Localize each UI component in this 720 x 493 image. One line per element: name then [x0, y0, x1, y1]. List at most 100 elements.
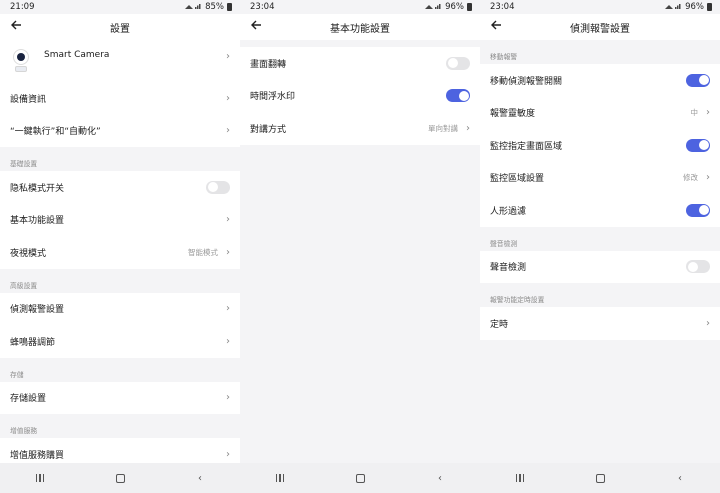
flip-row: 畫面翻轉	[240, 47, 480, 80]
nav-back-icon[interactable]: ‹	[670, 468, 690, 488]
nav-back-icon[interactable]: ‹	[190, 468, 210, 488]
battery-icon	[707, 3, 712, 11]
page-title: 基本功能設置	[330, 23, 390, 35]
section-header-motion: 移動報警	[480, 40, 720, 64]
status-bar: 23:04 96%	[480, 0, 720, 14]
chevron-right-icon: ›	[226, 92, 230, 104]
recent-apps-icon[interactable]	[30, 468, 50, 488]
motion-switch-toggle[interactable]	[686, 73, 710, 87]
sensitivity-label: 報警靈敏度	[490, 109, 536, 120]
section-header-storage: 存儲	[0, 357, 240, 382]
chevron-right-icon: ›	[706, 317, 710, 329]
sound-detect-label: 聲音檢測	[490, 263, 527, 274]
chevron-right-icon: ›	[226, 214, 230, 226]
chevron-right-icon: ›	[226, 448, 230, 460]
status-time: 21:09	[10, 2, 35, 12]
chevron-right-icon: ›	[706, 172, 710, 184]
status-time: 23:04	[490, 2, 515, 12]
sound-detect-row: 聲音檢測	[480, 250, 720, 283]
area-monitor-row: 監控指定畫面區域	[480, 129, 720, 162]
human-filter-row: 人形過濾	[480, 194, 720, 227]
basic-function-row[interactable]: 基本功能設置 ›	[0, 203, 240, 236]
basic-function-label: 基本功能設置	[10, 216, 65, 227]
recent-apps-icon[interactable]	[510, 468, 530, 488]
flip-toggle[interactable]	[446, 56, 470, 70]
night-mode-value: 智能模式	[188, 247, 218, 257]
talk-mode-label: 對講方式	[250, 124, 287, 135]
status-bar: 23:04 96%	[240, 0, 480, 14]
app-header: 偵測報警設置	[480, 14, 720, 40]
section-header-vas: 增值服務	[0, 414, 240, 438]
section-header-schedule: 報警功能定時設置	[480, 283, 720, 307]
back-arrow-icon[interactable]	[250, 19, 266, 35]
human-filter-toggle[interactable]	[686, 203, 710, 217]
three-screen-composite: 21:09 85% 設置 Smart Camera › 設備資訊 › “一鍵執行…	[0, 0, 720, 493]
sensitivity-value: 中	[690, 108, 699, 118]
talk-mode-value: 單向對講	[428, 123, 458, 133]
area-setting-row[interactable]: 監控區域設置 修改 ›	[480, 161, 720, 194]
privacy-mode-toggle[interactable]	[206, 180, 230, 194]
home-icon[interactable]	[110, 468, 130, 488]
buzzer-row[interactable]: 蜂鳴器調節 ›	[0, 325, 240, 358]
watermark-row: 時間浮水印	[240, 79, 480, 112]
settings-screen: 21:09 85% 設置 Smart Camera › 設備資訊 › “一鍵執行…	[0, 0, 240, 493]
buzzer-label: 蜂鳴器調節	[10, 337, 56, 348]
device-row[interactable]: Smart Camera ›	[0, 40, 240, 82]
chevron-right-icon: ›	[706, 107, 710, 119]
chevron-right-icon: ›	[226, 335, 230, 347]
device-info-row[interactable]: 設備資訊 ›	[0, 82, 240, 115]
chevron-right-icon: ›	[226, 51, 230, 62]
motion-switch-row: 移動偵測報警開關	[480, 64, 720, 97]
home-icon[interactable]	[350, 468, 370, 488]
status-bar: 21:09 85%	[0, 0, 240, 14]
privacy-mode-label: 隐私模式开关	[10, 183, 65, 194]
chevron-right-icon: ›	[226, 392, 230, 404]
recent-apps-icon[interactable]	[270, 468, 290, 488]
chevron-right-icon: ›	[466, 122, 470, 134]
back-arrow-icon[interactable]	[490, 19, 506, 35]
app-header: 設置	[0, 14, 240, 40]
detection-alarm-screen: 23:04 96% 偵測報警設置 移動報警 移動偵測報警開關 報警靈敏度 中 ›	[480, 0, 720, 493]
motion-switch-label: 移動偵測報警開關	[490, 76, 563, 87]
night-mode-row[interactable]: 夜視模式 智能模式 ›	[0, 236, 240, 269]
basic-function-screen: 23:04 96% 基本功能設置 畫面翻轉 時間浮水印 對講方式 單向對講 › …	[240, 0, 480, 493]
android-nav-bar: ‹	[0, 463, 240, 493]
sensitivity-row[interactable]: 報警靈敏度 中 ›	[480, 96, 720, 129]
storage-row[interactable]: 存儲設置 ›	[0, 381, 240, 414]
nav-back-icon[interactable]: ‹	[430, 468, 450, 488]
schedule-row[interactable]: 定時 ›	[480, 307, 720, 340]
device-info-label: 設備資訊	[10, 94, 47, 105]
page-title: 偵測報警設置	[570, 23, 630, 35]
night-mode-label: 夜視模式	[10, 248, 47, 259]
automation-row[interactable]: “一鍵執行”和“自動化” ›	[0, 114, 240, 147]
watermark-toggle[interactable]	[446, 89, 470, 103]
battery-percent: 96%	[445, 2, 464, 12]
area-monitor-toggle[interactable]	[686, 138, 710, 152]
battery-icon	[467, 3, 472, 11]
automation-label: “一鍵執行”和“自動化”	[10, 127, 101, 138]
talk-mode-row[interactable]: 對講方式 單向對講 ›	[240, 112, 480, 145]
sound-detect-toggle[interactable]	[686, 260, 710, 274]
area-monitor-label: 監控指定畫面區域	[490, 141, 563, 152]
home-icon[interactable]	[590, 468, 610, 488]
page-title: 設置	[110, 23, 130, 35]
chevron-right-icon: ›	[226, 303, 230, 315]
chevron-right-icon: ›	[226, 246, 230, 258]
signal-icon	[424, 2, 442, 13]
detection-alarm-label: 偵測報警設置	[10, 305, 65, 316]
human-filter-label: 人形過濾	[490, 206, 527, 217]
chevron-right-icon: ›	[226, 125, 230, 137]
signal-icon	[664, 2, 682, 13]
storage-label: 存儲設置	[10, 394, 47, 405]
app-header: 基本功能設置	[240, 14, 480, 40]
schedule-label: 定時	[490, 319, 509, 330]
watermark-label: 時間浮水印	[250, 92, 296, 103]
detection-alarm-row[interactable]: 偵測報警設置 ›	[0, 292, 240, 325]
back-arrow-icon[interactable]	[10, 19, 26, 35]
android-nav-bar: ‹	[480, 463, 720, 493]
privacy-mode-row: 隐私模式开关	[0, 171, 240, 204]
section-header-basic: 基礎設置	[0, 147, 240, 171]
battery-icon	[227, 3, 232, 11]
camera-device-icon	[10, 47, 32, 77]
section-header-advanced: 高級設置	[0, 268, 240, 293]
